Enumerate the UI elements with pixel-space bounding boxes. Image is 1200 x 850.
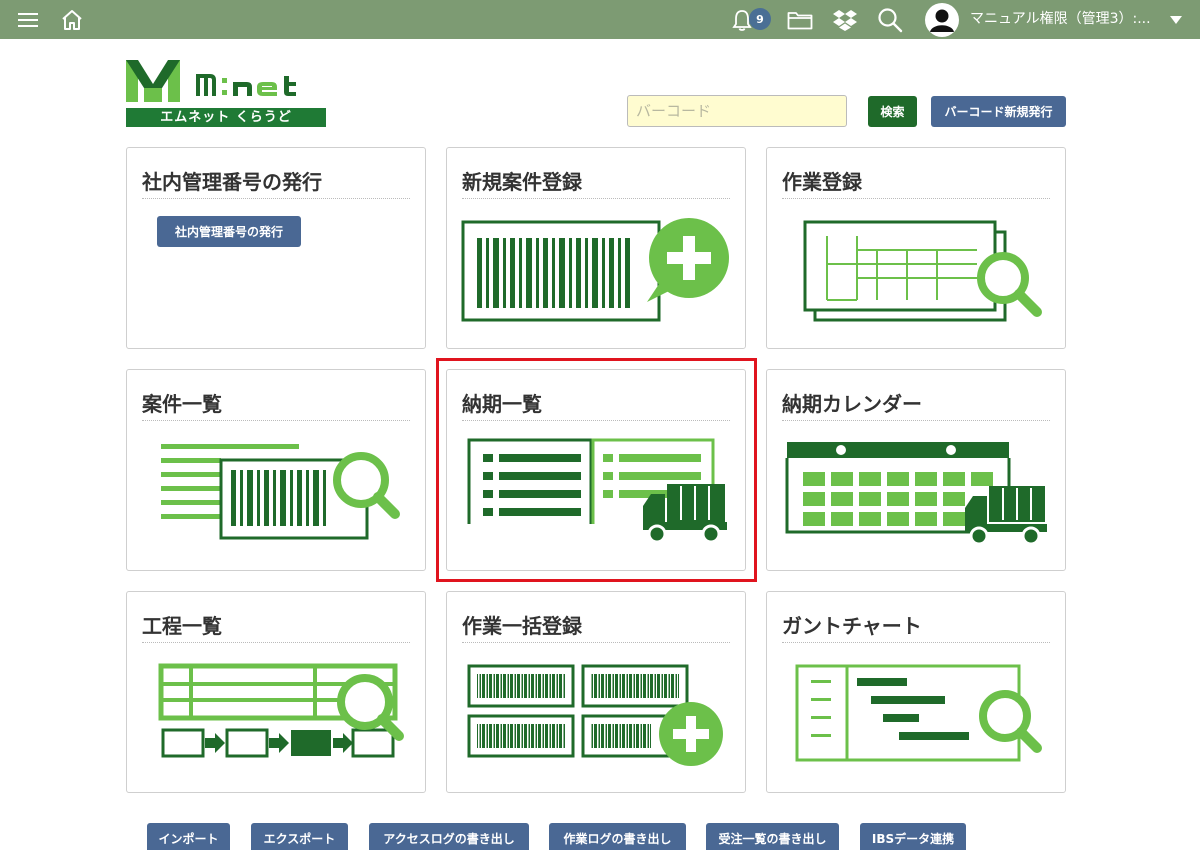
card-divider [782,642,1050,643]
user-name-label[interactable]: マニュアル権限（管理3）:... [970,0,1155,39]
card-title: 社内管理番号の発行 [142,170,322,194]
top-bar: 9 マニュアル権限（管理3）:... [0,0,1200,39]
card-new-project[interactable]: 新規案件登録 [446,147,746,349]
card-divider [142,198,410,199]
highlight-frame [436,358,757,582]
notification-count-badge: 9 [749,8,771,30]
export-button[interactable]: エクスポート [251,823,348,850]
delivery-calendar-truck-icon [785,442,1047,546]
barcode-add-icon [461,218,729,322]
card-delivery-calendar[interactable]: 納期カレンダー [766,369,1066,571]
dropbox-icon[interactable] [832,0,858,39]
card-project-list[interactable]: 案件一覧 [126,369,426,571]
work-sheet-search-icon [803,220,1042,322]
card-divider [462,642,730,643]
card-divider [142,642,410,643]
card-divider [462,198,730,199]
logo-subtitle: エムネット くらうど [126,108,326,127]
search-button[interactable]: 検索 [868,96,917,127]
card-title: ガントチャート [782,614,922,638]
card-bulk-work-registration[interactable]: 作業一括登録 [446,591,746,793]
project-list-search-icon [161,444,400,540]
card-internal-number: 社内管理番号の発行 社内管理番号の発行 [126,147,426,349]
hamburger-menu-icon[interactable] [14,0,42,39]
card-gantt-chart[interactable]: ガントチャート [766,591,1066,793]
export-work-log-button[interactable]: 作業ログの書き出し [549,823,686,850]
search-icon[interactable] [876,0,904,39]
gantt-chart-search-icon [795,664,1042,762]
import-button[interactable]: インポート [147,823,230,850]
card-title: 新規案件登録 [462,170,582,194]
process-flow-search-icon [158,663,404,758]
ibs-data-link-button[interactable]: IBSデータ連携 [860,823,966,850]
user-menu-chevron-down-icon[interactable] [1166,0,1186,39]
card-title: 工程一覧 [142,614,222,638]
new-barcode-button[interactable]: バーコード新規発行 [931,96,1066,127]
card-title: 作業一括登録 [462,614,582,638]
card-divider [142,420,410,421]
card-title: 案件一覧 [142,392,222,416]
mnet-logo: エムネット くらうど [126,58,326,128]
export-access-log-button[interactable]: アクセスログの書き出し [369,823,529,850]
export-order-list-button[interactable]: 受注一覧の書き出し [706,823,839,850]
home-icon[interactable] [58,0,86,39]
user-avatar-icon[interactable] [924,0,960,39]
card-divider [782,420,1050,421]
card-title: 作業登録 [782,170,862,194]
barcode-input[interactable] [627,95,847,127]
card-process-list[interactable]: 工程一覧 [126,591,426,793]
card-divider [782,198,1050,199]
bulk-barcode-add-icon [467,664,723,766]
card-work-registration[interactable]: 作業登録 [766,147,1066,349]
card-title: 納期カレンダー [782,392,922,416]
issue-internal-number-button[interactable]: 社内管理番号の発行 [157,216,301,247]
folder-icon[interactable] [786,0,814,39]
